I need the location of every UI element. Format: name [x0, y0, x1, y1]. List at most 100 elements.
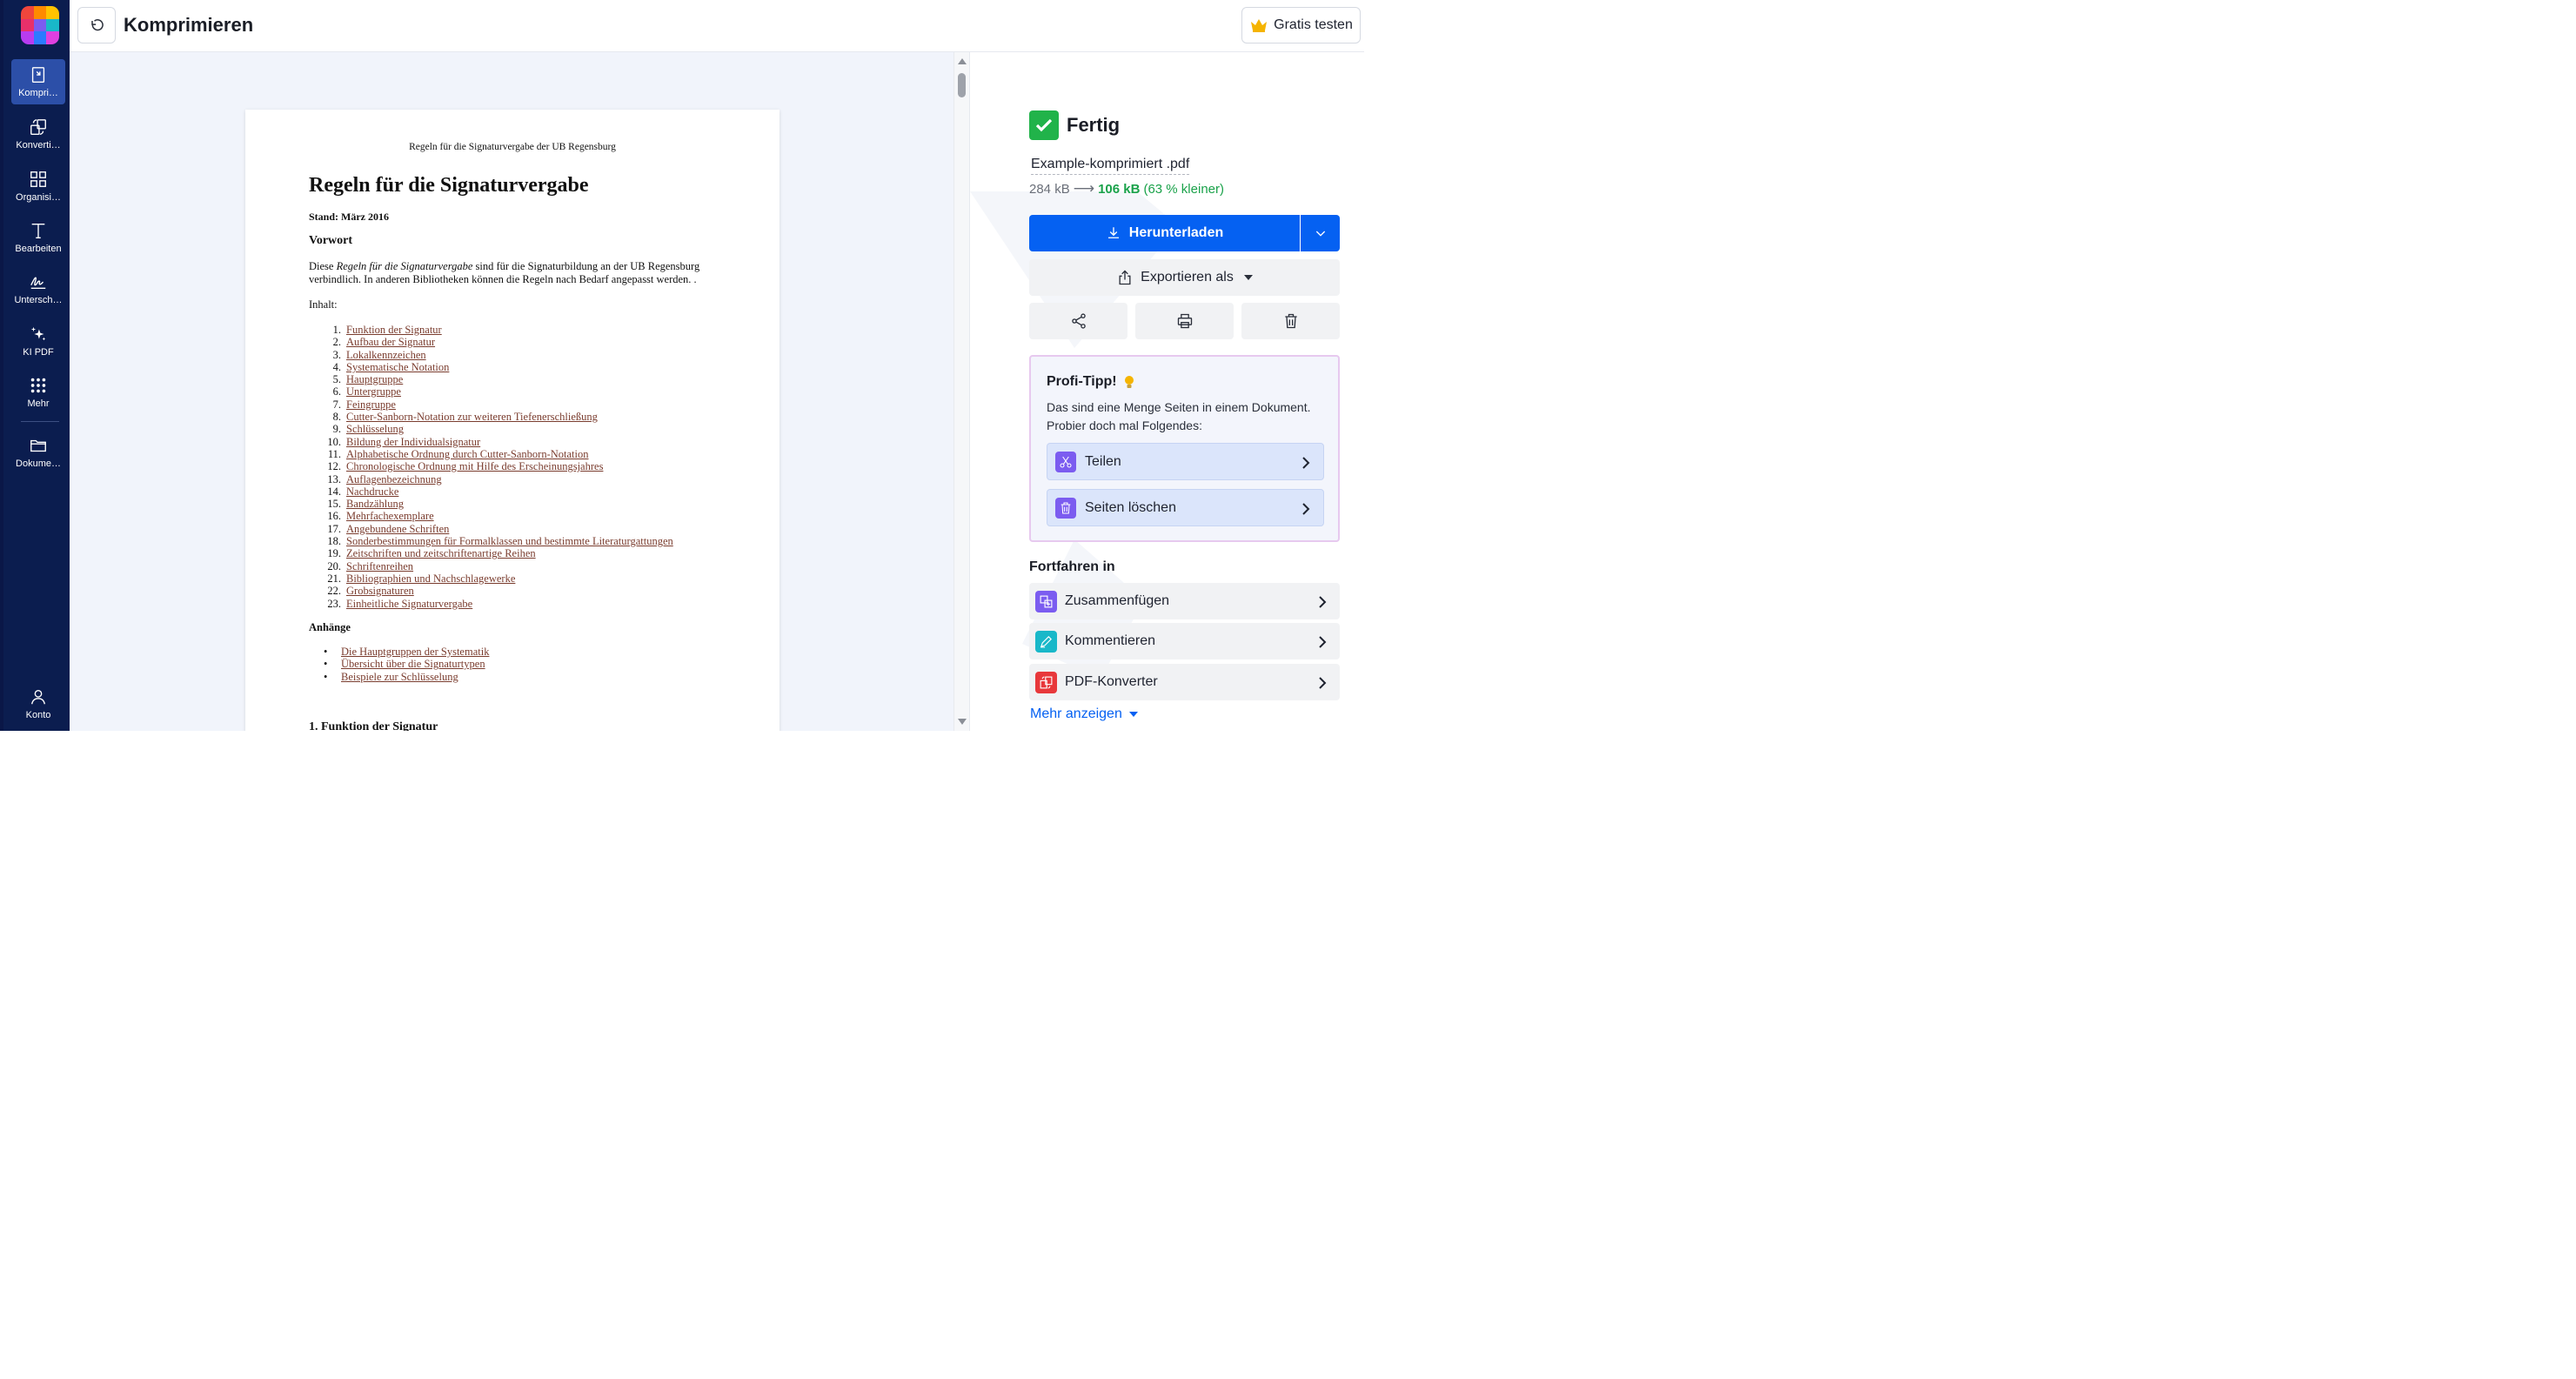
toc-entry[interactable]: 4. Systematische Notation [322, 361, 673, 373]
toc-link[interactable]: Systematische Notation [346, 361, 449, 373]
toc-entry[interactable]: 6. Untergruppe [322, 385, 673, 398]
status-row: Fertig [1029, 110, 1120, 140]
toc-link[interactable]: Untergruppe [346, 385, 401, 398]
toc-entry[interactable]: 9. Schlüsselung [322, 423, 673, 435]
sidebar-item-compress[interactable]: Kompri… [11, 59, 65, 104]
toc-link[interactable]: Zeitschriften und zeitschriftenartige Re… [346, 547, 536, 559]
toc-entry[interactable]: 21. Bibliographien und Nachschlagewerke [322, 572, 673, 585]
toc-entry[interactable]: 1. Funktion der Signatur [322, 324, 673, 336]
scissors-icon [1055, 451, 1076, 472]
toc-link[interactable]: Lokalkennzeichen [346, 349, 426, 361]
download-options-button[interactable] [1301, 215, 1340, 251]
convert-icon [30, 119, 46, 135]
toc-link[interactable]: Bibliographien und Nachschlagewerke [346, 572, 515, 585]
checkmark-icon [1029, 110, 1059, 140]
toc-link[interactable]: Chronologische Ordnung mit Hilfe des Ers… [346, 460, 603, 472]
toc-link[interactable]: Schlüsselung [346, 423, 404, 435]
toc-link[interactable]: Einheitliche Signaturvergabe [346, 598, 472, 610]
undo-button[interactable] [77, 7, 116, 44]
appendix-entry[interactable]: • Beispiele zur Schlüsselung [324, 671, 489, 683]
toc-entry[interactable]: 15. Bandzählung [322, 498, 673, 510]
toc-entry[interactable]: 20. Schriftenreihen [322, 560, 673, 572]
download-label: Herunterladen [1128, 225, 1224, 240]
toc-entry[interactable]: 17. Angebundene Schriften [322, 523, 673, 535]
toc-link[interactable]: Grobsignaturen [346, 585, 414, 597]
sidebar-item-ai-pdf[interactable]: KI PDF [11, 318, 65, 364]
sidebar-item-convert[interactable]: Konverti… [11, 111, 65, 157]
sidebar-item-account[interactable]: Konto [11, 681, 65, 726]
continue-in-title: Fortfahren in [1029, 559, 1115, 574]
sparkle-icon [30, 326, 46, 341]
print-button[interactable] [1135, 303, 1234, 339]
scroll-thumb[interactable] [958, 73, 966, 97]
toc-number: 8. [332, 411, 341, 424]
tip-action-label: Seiten löschen [1085, 499, 1176, 515]
toc-entry[interactable]: 3. Lokalkennzeichen [322, 349, 673, 361]
scroll-up-arrow[interactable] [958, 58, 967, 64]
toc-entry[interactable]: 13. Auflagenbezeichnung [322, 473, 673, 485]
toc-link[interactable]: Alphabetische Ordnung durch Cutter-Sanbo… [346, 448, 589, 460]
output-filename[interactable]: Example-komprimiert .pdf [1031, 157, 1190, 175]
toc-number: 12. [327, 460, 341, 473]
app-logo[interactable] [21, 6, 59, 44]
toc-entry[interactable]: 11. Alphabetische Ordnung durch Cutter-Sa… [322, 448, 673, 460]
export-as-button[interactable]: Exportieren als [1029, 259, 1340, 296]
appendix-link[interactable]: Beispiele zur Schlüsselung [341, 671, 458, 683]
pro-tip-card: Profi-Tipp! Das sind eine Menge Seiten i… [1029, 355, 1340, 542]
continue-comment[interactable]: Kommentieren [1029, 623, 1340, 659]
sidebar-item-sign[interactable]: Untersch… [11, 266, 65, 311]
toc-entry[interactable]: 8. Cutter-Sanborn-Notation zur weiteren T… [322, 411, 673, 423]
toc-entry[interactable]: 10. Bildung der Individualsignatur [322, 436, 673, 448]
printer-icon [1177, 313, 1192, 329]
share-button[interactable] [1029, 303, 1127, 339]
appendix-link[interactable]: Übersicht über die Signaturtypen [341, 658, 485, 670]
toc-number: 3. [332, 348, 341, 361]
tip-action-delete-pages[interactable]: Seiten löschen [1047, 489, 1324, 526]
toc-entry[interactable]: 23. Einheitliche Signaturvergabe [322, 598, 673, 610]
share-upload-icon [1119, 270, 1131, 285]
viewer-scrollbar[interactable] [953, 52, 969, 731]
toc-entry[interactable]: 12. Chronologische Ordnung mit Hilfe des … [322, 460, 673, 472]
download-button[interactable]: Herunterladen [1029, 215, 1300, 251]
sidebar-item-organize[interactable]: Organisi… [11, 164, 65, 209]
sidebar-item-more[interactable]: Mehr [11, 370, 65, 415]
delete-button[interactable] [1241, 303, 1340, 339]
continue-pdf-converter[interactable]: PDF-Konverter [1029, 664, 1340, 700]
toc-link[interactable]: Auflagenbezeichnung [346, 473, 442, 485]
toc-entry[interactable]: 2. Aufbau der Signatur [322, 336, 673, 348]
toc-link[interactable]: Bandzählung [346, 498, 404, 510]
toc-link[interactable]: Feingruppe [346, 398, 396, 411]
tip-action-split[interactable]: Teilen [1047, 443, 1324, 480]
toc-entry[interactable]: 16. Mehrfachexemplare [322, 510, 673, 522]
toc-link[interactable]: Mehrfachexemplare [346, 510, 434, 522]
trash-icon [1055, 497, 1076, 519]
toc-link[interactable]: Hauptgruppe [346, 373, 403, 385]
toc-link[interactable]: Schriftenreihen [346, 560, 413, 572]
continue-merge[interactable]: Zusammenfügen [1029, 583, 1340, 619]
toc-link[interactable]: Cutter-Sanborn-Notation zur weiteren Tie… [346, 411, 598, 423]
toc-entry[interactable]: 18. Sonderbestimmungen für Formalklassen … [322, 535, 673, 547]
pdf-section-heading: 1. Funktion der Signatur [309, 720, 438, 731]
toc-entry[interactable]: 14. Nachdrucke [322, 485, 673, 498]
sidebar-item-edit[interactable]: Bearbeiten [11, 215, 65, 260]
toc-entry[interactable]: 22. Grobsignaturen [322, 585, 673, 597]
tip-action-label: Teilen [1085, 453, 1121, 469]
free-trial-button[interactable]: Gratis testen [1241, 7, 1361, 44]
appendix-entry[interactable]: • Die Hauptgruppen der Systematik [324, 646, 489, 658]
appendix-link[interactable]: Die Hauptgruppen der Systematik [341, 646, 489, 658]
scroll-down-arrow[interactable] [958, 719, 967, 725]
appendix-entry[interactable]: • Übersicht über die Signaturtypen [324, 658, 489, 670]
toc-link[interactable]: Funktion der Signatur [346, 324, 442, 336]
chevron-right-icon [1301, 502, 1311, 515]
sidebar-item-documents[interactable]: Dokume… [11, 430, 65, 475]
toc-link[interactable]: Sonderbestimmungen für Formalklassen und… [346, 535, 673, 547]
toc-link[interactable]: Bildung der Individualsignatur [346, 436, 480, 448]
toc-entry[interactable]: 19. Zeitschriften und zeitschriftenartige… [322, 547, 673, 559]
toc-entry[interactable]: 7. Feingruppe [322, 398, 673, 411]
toc-link[interactable]: Angebundene Schriften [346, 523, 449, 535]
show-more-link[interactable]: Mehr anzeigen [1030, 706, 1138, 722]
toc-entry[interactable]: 5. Hauptgruppe [322, 373, 673, 385]
document-viewer[interactable]: Regeln für die Signaturvergabe der UB Re… [70, 52, 969, 731]
toc-link[interactable]: Nachdrucke [346, 485, 398, 498]
toc-link[interactable]: Aufbau der Signatur [346, 336, 435, 348]
